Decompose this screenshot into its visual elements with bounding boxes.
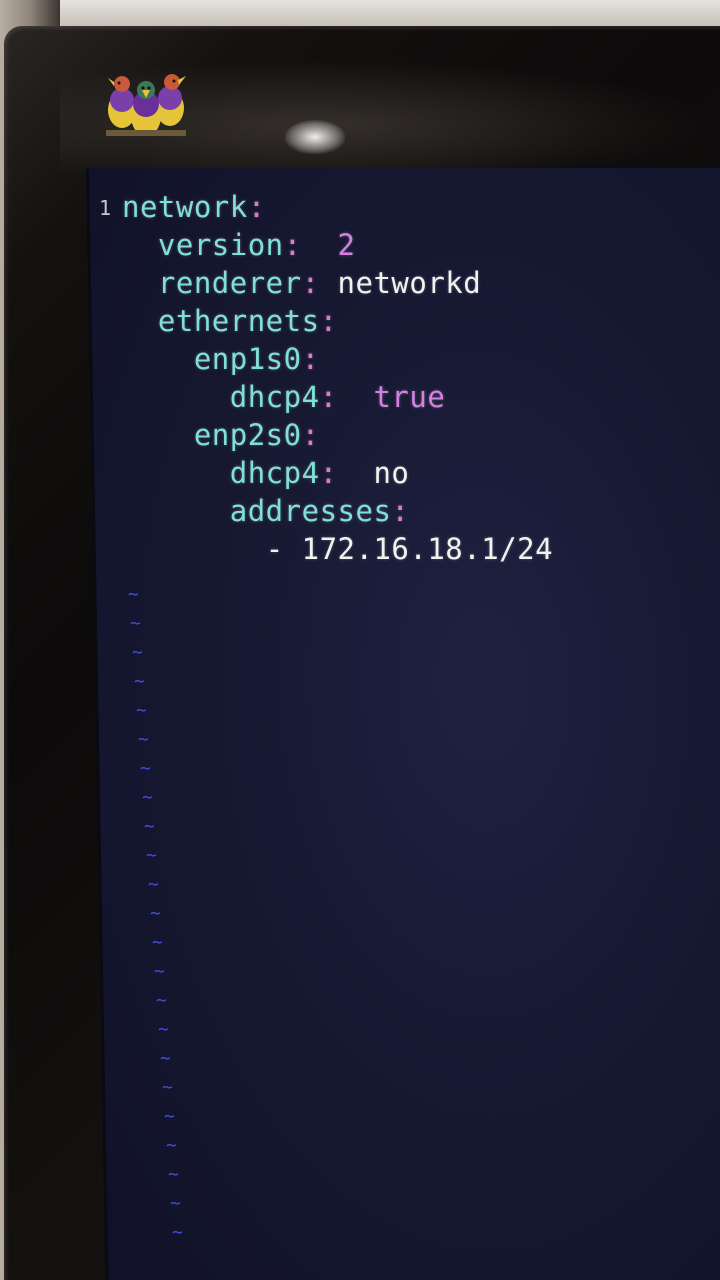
empty-line-tilde: ~ (144, 816, 155, 837)
code-line: - 172.16.18.1/24 (122, 530, 553, 568)
code-line: enp1s0: (122, 340, 553, 378)
yaml-key: dhcp4 (229, 380, 320, 414)
empty-line-tilde: ~ (136, 700, 147, 721)
yaml-value: - 172.16.18.1/24 (265, 532, 554, 566)
line-number: 1 (99, 196, 112, 220)
yaml-key: addresses (229, 494, 392, 528)
empty-line-tilde: ~ (172, 1222, 183, 1243)
empty-line-tilde: ~ (162, 1077, 173, 1098)
empty-line-tilde: ~ (128, 584, 139, 605)
yaml-key: enp1s0 (193, 342, 302, 376)
yaml-colon: : (247, 190, 266, 224)
yaml-colon: : (319, 304, 338, 338)
empty-line-tilde: ~ (158, 1019, 169, 1040)
empty-line-tilde: ~ (130, 613, 141, 634)
empty-line-tilde: ~ (164, 1106, 175, 1127)
yaml-value: networkd (319, 266, 482, 300)
yaml-colon: : (283, 228, 302, 262)
yaml-colon: : (301, 266, 320, 300)
empty-line-tilde: ~ (154, 961, 165, 982)
code-line: network: (122, 188, 553, 226)
empty-line-tilde: ~ (150, 903, 161, 924)
yaml-value: true (337, 380, 446, 414)
yaml-key: version (157, 228, 284, 262)
yaml-key: network (122, 190, 248, 224)
three-birds-logo-icon (106, 74, 186, 136)
yaml-colon: : (319, 380, 338, 414)
code-line: version: 2 (122, 226, 553, 264)
yaml-key: enp2s0 (193, 418, 302, 452)
empty-line-tilde: ~ (168, 1164, 179, 1185)
empty-line-tilde: ~ (132, 642, 143, 663)
yaml-key: renderer (157, 266, 302, 300)
yaml-editor-content[interactable]: network: version: 2 renderer: networkd e… (122, 188, 553, 568)
yaml-value: no (337, 456, 410, 490)
empty-line-tilde: ~ (170, 1193, 181, 1214)
empty-line-tilde: ~ (146, 845, 157, 866)
yaml-key: dhcp4 (229, 456, 320, 490)
empty-line-tilde: ~ (134, 671, 145, 692)
code-line: addresses: (122, 492, 553, 530)
code-line: renderer: networkd (122, 264, 553, 302)
yaml-colon: : (391, 494, 410, 528)
yaml-colon: : (301, 418, 320, 452)
photo-scene: 1 network: version: 2 renderer: networkd… (0, 0, 720, 1280)
yaml-value: 2 (301, 228, 356, 262)
light-glare (285, 120, 345, 154)
empty-line-tilde: ~ (160, 1048, 171, 1069)
code-line: enp2s0: (122, 416, 553, 454)
empty-line-tilde: ~ (166, 1135, 177, 1156)
empty-line-tilde: ~ (148, 874, 159, 895)
empty-line-tilde: ~ (140, 758, 151, 779)
code-line: ethernets: (122, 302, 553, 340)
yaml-colon: : (301, 342, 320, 376)
empty-line-tilde: ~ (156, 990, 167, 1011)
empty-line-tilde: ~ (152, 932, 163, 953)
code-line: dhcp4: no (122, 454, 553, 492)
code-line: dhcp4: true (122, 378, 553, 416)
yaml-key: ethernets (157, 304, 320, 338)
empty-line-tilde: ~ (142, 787, 153, 808)
yaml-colon: : (319, 456, 338, 490)
empty-line-tilde: ~ (138, 729, 149, 750)
